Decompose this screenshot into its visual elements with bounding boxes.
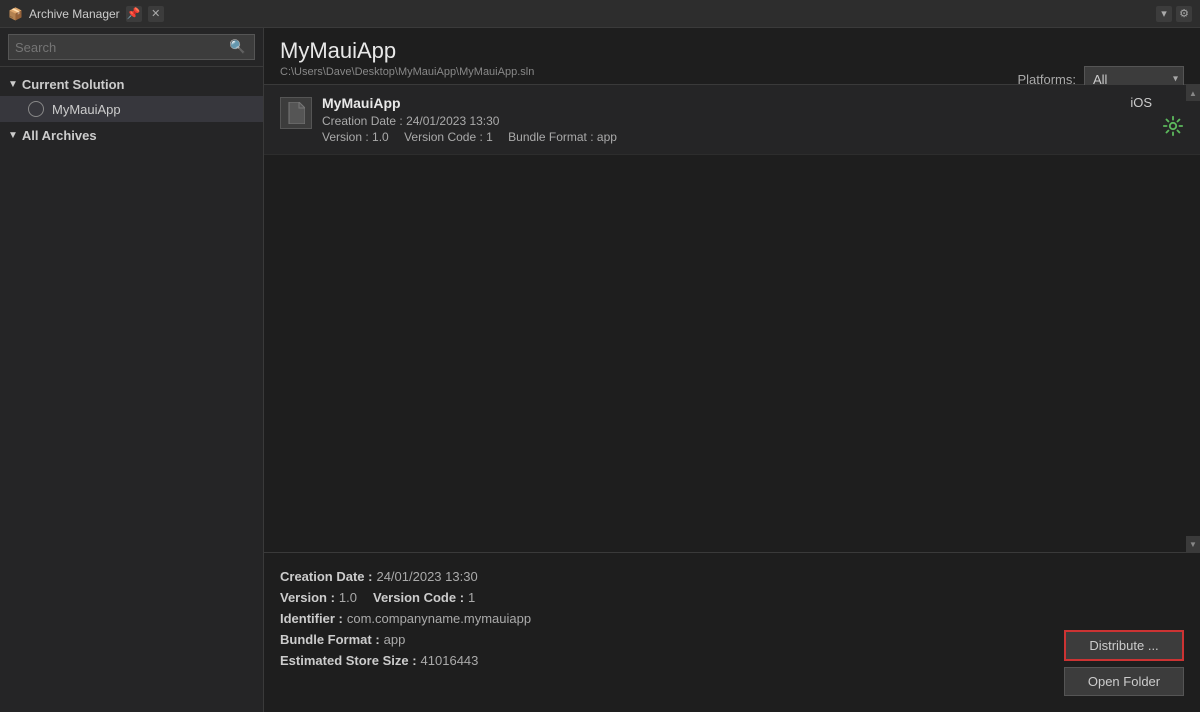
detail-version-label: Version : — [280, 590, 335, 605]
search-input[interactable] — [15, 40, 227, 55]
search-icon: 🔍 — [229, 39, 246, 55]
current-solution-header[interactable]: ▼ Current Solution — [0, 71, 263, 96]
detail-identifier-value: com.companyname.mymauiapp — [347, 611, 531, 626]
all-archives-arrow: ▼ — [8, 130, 18, 141]
main-layout: 🔍 ▼ Current Solution MyMauiApp ▼ All Arc… — [0, 28, 1200, 712]
detail-bundle-format-row: Bundle Format : app — [280, 632, 1184, 647]
dropdown-arrow-icon: ▾ — [1161, 7, 1167, 20]
detail-version-code-value: 1 — [468, 590, 475, 605]
archive-item[interactable]: MyMauiApp Creation Date : 24/01/2023 13:… — [264, 85, 1200, 155]
archive-version-value: 1.0 — [372, 130, 389, 144]
title-bar: 📦 Archive Manager 📌 ✕ ▾ ⚙ — [0, 0, 1200, 28]
distribute-button[interactable]: Distribute ... — [1064, 630, 1184, 661]
detail-version-row: Version : 1.0 Version Code : 1 — [280, 590, 1184, 605]
archive-creation-date-label: Creation Date : — [322, 114, 403, 128]
detail-version-code-label: Version Code : — [373, 590, 464, 605]
pin-button[interactable]: 📌 — [126, 6, 142, 22]
detail-store-size-row: Estimated Store Size : 41016443 — [280, 653, 1184, 668]
sidebar: 🔍 ▼ Current Solution MyMauiApp ▼ All Arc… — [0, 28, 264, 712]
title-bar-title: Archive Manager — [29, 7, 120, 21]
archive-version-code-value: 1 — [486, 130, 493, 144]
gear-platform-icon — [1162, 115, 1184, 137]
detail-creation-date-label: Creation Date : — [280, 569, 372, 584]
title-bar-left: 📦 Archive Manager 📌 ✕ — [8, 6, 164, 22]
title-bar-right: ▾ ⚙ — [1156, 6, 1192, 22]
app-title: MyMauiApp — [280, 38, 1184, 64]
archive-list-area[interactable]: ▲ MyMauiApp Creation Date : 24/01/2023 1… — [264, 85, 1200, 552]
close-icon: ✕ — [151, 7, 160, 20]
content-header: MyMauiApp C:\Users\Dave\Desktop\MyMauiAp… — [264, 28, 1200, 85]
all-archives-header[interactable]: ▼ All Archives — [0, 122, 263, 147]
sidebar-nav: ▼ Current Solution MyMauiApp ▼ All Archi… — [0, 67, 263, 712]
detail-store-size-label: Estimated Store Size : — [280, 653, 417, 668]
sidebar-item-mymauiapp[interactable]: MyMauiApp — [0, 96, 263, 122]
detail-version-value: 1.0 — [339, 590, 357, 605]
detail-identifier-label: Identifier : — [280, 611, 343, 626]
archive-bundle-format-label: Bundle Format : — [508, 130, 593, 144]
current-solution-arrow: ▼ — [8, 79, 18, 90]
pin-icon: 📌 — [127, 7, 141, 20]
archive-creation-date-value: 24/01/2023 13:30 — [406, 114, 499, 128]
archive-item-platform: iOS — [1130, 95, 1152, 110]
scroll-down-button[interactable]: ▼ — [1186, 536, 1200, 552]
detail-actions: Distribute ... Open Folder — [1064, 630, 1184, 696]
detail-panel: Creation Date : 24/01/2023 13:30 Version… — [264, 552, 1200, 712]
scroll-up-icon: ▲ — [1189, 89, 1197, 98]
gear-icon: ⚙ — [1179, 7, 1189, 20]
search-button[interactable]: 🔍 — [227, 39, 248, 55]
detail-identifier-row: Identifier : com.companyname.mymauiapp — [280, 611, 1184, 626]
scroll-up-button[interactable]: ▲ — [1186, 85, 1200, 101]
sidebar-item-label: MyMauiApp — [52, 102, 121, 117]
archive-item-icon — [280, 97, 312, 129]
content-area: MyMauiApp C:\Users\Dave\Desktop\MyMauiAp… — [264, 28, 1200, 712]
detail-creation-date-value: 24/01/2023 13:30 — [376, 569, 477, 584]
archive-item-name: MyMauiApp — [322, 95, 1184, 111]
archive-file-icon — [287, 102, 305, 124]
search-input-wrapper: 🔍 — [8, 34, 255, 60]
settings-button[interactable]: ⚙ — [1176, 6, 1192, 22]
app-icon-circle — [28, 101, 44, 117]
all-archives-label: All Archives — [22, 128, 97, 143]
archive-bundle-format-value: app — [597, 130, 617, 144]
open-folder-button[interactable]: Open Folder — [1064, 667, 1184, 696]
detail-store-size-value: 41016443 — [421, 653, 479, 668]
scroll-down-icon: ▼ — [1189, 540, 1197, 549]
search-container: 🔍 — [0, 28, 263, 67]
archive-version-label: Version : — [322, 130, 369, 144]
current-solution-label: Current Solution — [22, 77, 125, 92]
detail-bundle-format-label: Bundle Format : — [280, 632, 380, 647]
detail-creation-date-row: Creation Date : 24/01/2023 13:30 — [280, 569, 1184, 584]
dropdown-button[interactable]: ▾ — [1156, 6, 1172, 22]
archive-item-info: MyMauiApp Creation Date : 24/01/2023 13:… — [322, 95, 1184, 144]
app-icon: 📦 — [8, 7, 23, 21]
archive-version-code-label: Version Code : — [404, 130, 483, 144]
platform-icon — [1162, 115, 1184, 143]
archive-item-date: Creation Date : 24/01/2023 13:30 — [322, 114, 1184, 128]
detail-bundle-format-value: app — [384, 632, 406, 647]
close-button[interactable]: ✕ — [148, 6, 164, 22]
archive-item-meta: Version : 1.0 Version Code : 1 Bundle Fo… — [322, 130, 1184, 144]
